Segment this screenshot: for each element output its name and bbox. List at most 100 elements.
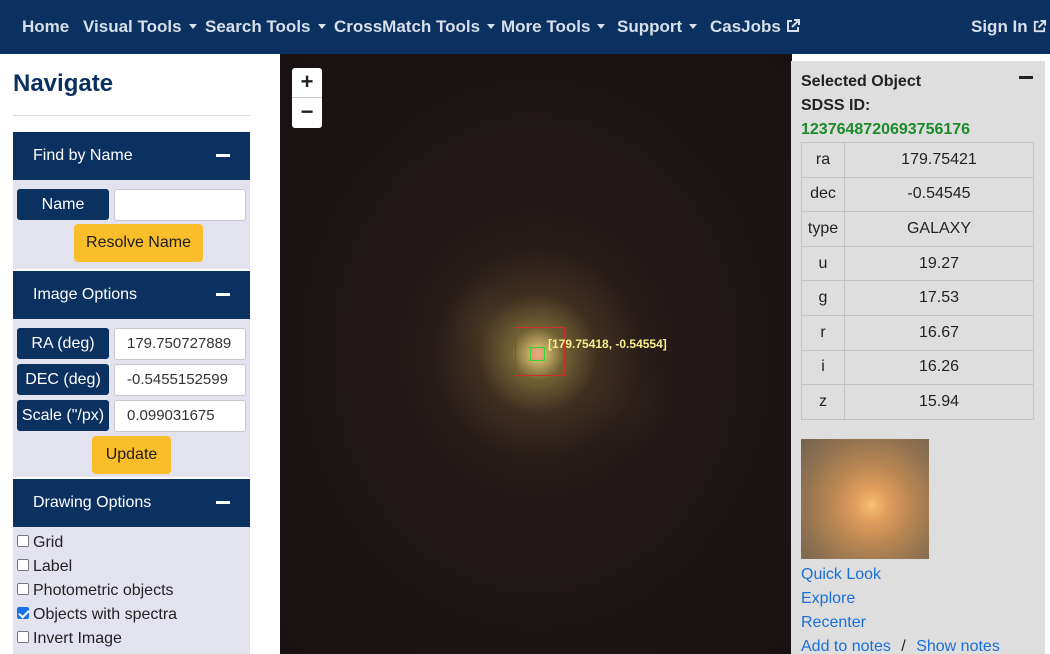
collapse-icon[interactable] (216, 154, 230, 157)
photometric-objects-label: Photometric objects (33, 582, 174, 599)
nav-crossmatch-tools[interactable]: CrossMatch Tools (334, 0, 496, 54)
name-input[interactable] (114, 189, 246, 221)
object-thumbnail[interactable] (801, 439, 929, 559)
external-link-icon (786, 19, 800, 33)
nav-casjobs-label: CasJobs (710, 17, 781, 36)
property-value: 16.67 (844, 314, 1034, 351)
property-value: -0.54545 (844, 176, 1034, 213)
table-row: g 17.53 (801, 280, 1034, 316)
find-by-name-title: Find by Name (33, 147, 133, 164)
invert-image-checkbox[interactable]: Invert Image (17, 629, 122, 649)
nav-home-label: Home (22, 17, 70, 36)
property-value: 17.53 (844, 280, 1034, 316)
nav-casjobs[interactable]: CasJobs (710, 0, 801, 54)
image-options-header[interactable]: Image Options (13, 271, 250, 319)
checkbox-icon[interactable] (17, 559, 29, 572)
checkbox-checked-icon[interactable] (17, 607, 29, 620)
nav-search-tools-label: Search Tools (205, 17, 311, 36)
top-navbar: Home Visual Tools Search Tools CrossMatc… (0, 0, 1050, 54)
label-checkbox[interactable]: Label (17, 557, 72, 577)
property-value: 179.75421 (844, 142, 1034, 178)
nav-more-tools-label: More Tools (501, 17, 591, 36)
zoom-in-button[interactable]: + (292, 68, 322, 98)
object-properties-table: ra 179.75421 dec -0.54545 type GALAXY u 19.2… (801, 142, 1034, 420)
resolve-name-button[interactable]: Resolve Name (74, 224, 203, 262)
dec-input[interactable]: -0.5455152599 (114, 364, 246, 396)
show-notes-link[interactable]: Show notes (916, 638, 1000, 654)
dec-label: DEC (deg) (17, 364, 109, 395)
notes-links: Add to notes / Show notes (801, 638, 1000, 654)
sdss-id-value: 1237648720693756176 (801, 121, 971, 138)
table-row: dec -0.54545 (801, 176, 1034, 213)
zoom-out-button[interactable]: − (292, 98, 322, 128)
property-key: type (801, 211, 845, 247)
scale-input[interactable]: 0.099031675 (114, 400, 246, 432)
external-link-icon (1033, 19, 1046, 32)
property-value: 16.26 (844, 349, 1034, 386)
property-key: dec (801, 176, 845, 213)
divider (13, 115, 250, 116)
table-row: type GALAXY (801, 211, 1034, 247)
table-row: i 16.26 (801, 349, 1034, 386)
collapse-icon[interactable] (1019, 76, 1033, 79)
navigate-sidebar: Navigate Find by Name Name Resolve Name … (0, 54, 280, 654)
scale-label: Scale ("/px) (17, 400, 109, 431)
drawing-options-title: Drawing Options (33, 494, 152, 511)
caret-down-icon (188, 24, 197, 30)
nav-home[interactable]: Home (22, 0, 69, 54)
caret-down-icon (487, 24, 496, 30)
checkbox-icon[interactable] (17, 535, 29, 548)
nav-support[interactable]: Support (617, 0, 698, 54)
add-to-notes-link[interactable]: Add to notes (801, 638, 891, 654)
objects-with-spectra-checkbox[interactable]: Objects with spectra (17, 605, 177, 625)
collapse-icon[interactable] (216, 293, 230, 296)
property-value: GALAXY (844, 211, 1034, 247)
checkbox-icon[interactable] (17, 631, 29, 644)
property-key: g (801, 280, 845, 316)
property-key: ra (801, 142, 845, 178)
table-row: ra 179.75421 (801, 142, 1034, 178)
ra-input[interactable]: 179.750727889 (114, 328, 246, 360)
nav-search-tools[interactable]: Search Tools (205, 0, 326, 54)
nav-crossmatch-tools-label: CrossMatch Tools (334, 17, 481, 36)
drawing-options-header[interactable]: Drawing Options (13, 479, 250, 527)
name-label: Name (17, 189, 109, 220)
caret-down-icon (317, 24, 326, 30)
link-separator: / (901, 638, 906, 654)
image-options-title: Image Options (33, 286, 138, 303)
grid-checkbox-label: Grid (33, 534, 64, 551)
explore-link[interactable]: Explore (801, 590, 855, 608)
table-row: u 19.27 (801, 245, 1034, 282)
collapse-icon[interactable] (216, 501, 230, 504)
nav-more-tools[interactable]: More Tools (501, 0, 606, 54)
photometric-objects-checkbox[interactable]: Photometric objects (17, 581, 174, 601)
property-value: 19.27 (844, 245, 1034, 282)
property-key: u (801, 245, 845, 282)
update-button[interactable]: Update (92, 436, 171, 474)
selected-object-title: Selected Object (801, 73, 922, 90)
checkbox-icon[interactable] (17, 583, 29, 596)
ra-label: RA (deg) (17, 328, 109, 359)
nav-support-label: Support (617, 17, 683, 36)
nav-visual-tools[interactable]: Visual Tools (83, 0, 197, 54)
property-key: i (801, 349, 845, 386)
invert-image-label: Invert Image (33, 630, 122, 647)
table-row: r 16.67 (801, 314, 1034, 351)
property-value: 15.94 (844, 384, 1034, 420)
grid-checkbox[interactable]: Grid (17, 533, 63, 553)
find-by-name-header[interactable]: Find by Name (13, 132, 250, 180)
sign-in-link[interactable]: Sign In (971, 0, 1047, 54)
sidebar-title: Navigate (13, 70, 114, 97)
property-key: z (801, 384, 845, 420)
table-row: z 15.94 (801, 384, 1034, 420)
property-key: r (801, 314, 845, 351)
objects-with-spectra-label: Objects with spectra (33, 606, 178, 623)
selected-object-panel: Selected Object SDSS ID: 123764872069375… (791, 61, 1045, 654)
spectra-object-marker[interactable] (530, 347, 545, 361)
sdss-id-label: SDSS ID: (801, 97, 871, 114)
recenter-link[interactable]: Recenter (801, 614, 866, 632)
quick-look-link[interactable]: Quick Look (801, 566, 881, 584)
label-checkbox-label: Label (33, 558, 73, 575)
marker-coordinate-label: [179.75418, -0.54554] (548, 337, 667, 351)
nav-visual-tools-label: Visual Tools (83, 17, 182, 36)
